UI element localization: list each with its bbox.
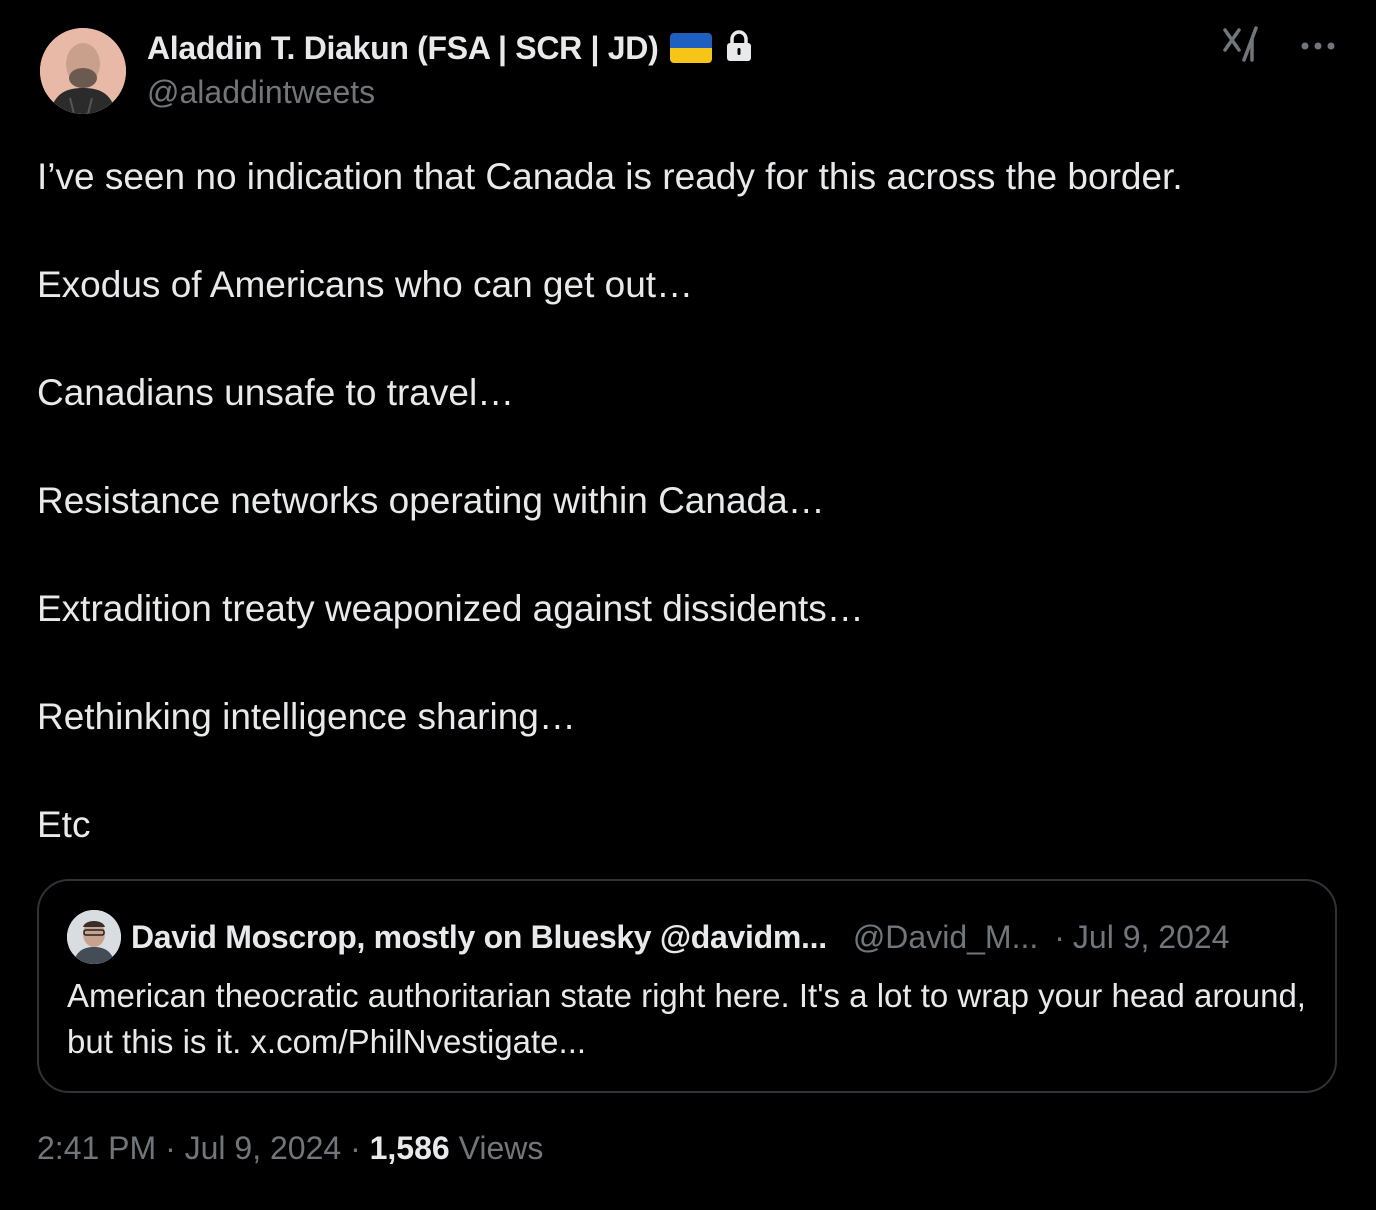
tweet-paragraph: Etc (37, 804, 91, 845)
ukraine-flag-icon (670, 33, 713, 63)
tweet: Aladdin T. Diakun (FSA | SCR | JD) @alad… (0, 0, 1376, 1210)
header-actions (1222, 26, 1336, 67)
tweet-paragraph: Rethinking intelligence sharing… (37, 696, 576, 737)
author-name-row: Aladdin T. Diakun (FSA | SCR | JD) (147, 26, 754, 70)
quoted-date[interactable]: Jul 9, 2024 (1073, 919, 1230, 956)
tweet-paragraph: Resistance networks operating within Can… (37, 480, 825, 521)
meta-separator: · (165, 1130, 176, 1166)
quoted-tweet[interactable]: David Moscrop, mostly on Bluesky @davidm… (37, 879, 1337, 1093)
views-count: 1,586 (369, 1130, 450, 1166)
more-icon[interactable] (1300, 38, 1336, 56)
tweet-body: I’ve seen no indication that Canada is r… (37, 150, 1337, 906)
quoted-tweet-text: American theocratic authoritarian state … (67, 977, 1306, 1060)
quoted-author-handle[interactable]: @David_M... (853, 919, 1038, 956)
lock-icon (724, 29, 754, 68)
views-label: Views (458, 1130, 544, 1166)
tweet-paragraph: Extradition treaty weaponized against di… (37, 588, 864, 629)
quoted-tweet-header: David Moscrop, mostly on Bluesky @davidm… (67, 909, 1305, 965)
meta-separator: · (350, 1130, 361, 1166)
tweet-paragraph: Exodus of Americans who can get out… (37, 264, 694, 305)
author-display-name[interactable]: Aladdin T. Diakun (FSA | SCR | JD) (147, 30, 659, 67)
author-avatar[interactable] (40, 28, 126, 114)
author-handle[interactable]: @aladdintweets (147, 74, 375, 111)
tweet-date[interactable]: Jul 9, 2024 (185, 1130, 342, 1166)
quoted-author-avatar (67, 910, 121, 964)
grok-icon[interactable] (1222, 26, 1260, 67)
tweet-time[interactable]: 2:41 PM (37, 1130, 156, 1166)
quoted-author-name[interactable]: David Moscrop, mostly on Bluesky @davidm… (131, 919, 827, 956)
tweet-paragraph: Canadians unsafe to travel… (37, 372, 515, 413)
quoted-separator: · (1054, 918, 1065, 955)
tweet-meta: 2:41 PM · Jul 9, 2024 · 1,586 Views (37, 1130, 543, 1167)
tweet-paragraph: I’ve seen no indication that Canada is r… (37, 156, 1183, 197)
